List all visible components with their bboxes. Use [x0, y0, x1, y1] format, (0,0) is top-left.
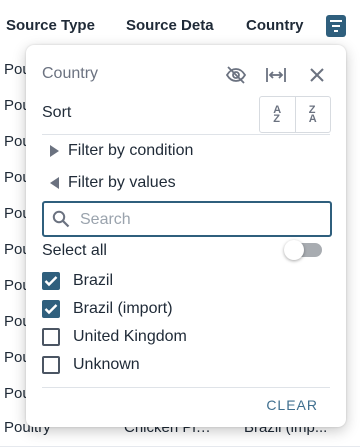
- sort-asc-bottom-letter: Z: [273, 112, 280, 125]
- filter-by-condition-toggle[interactable]: Filter by condition: [42, 139, 193, 163]
- close-icon[interactable]: [306, 65, 328, 85]
- column-filter-popup: Country Sort A Z Z A Filter by condition…: [26, 45, 346, 427]
- option-label: Brazil: [73, 272, 114, 289]
- popup-title: Country: [42, 65, 99, 82]
- option-brazil-import[interactable]: Brazil (import): [42, 298, 173, 320]
- divider: [42, 387, 330, 388]
- select-all-label: Select all: [42, 242, 107, 259]
- divider: [42, 134, 330, 135]
- caret-left-icon: [50, 177, 59, 189]
- clear-button[interactable]: CLEAR: [266, 397, 318, 413]
- checkbox-unchecked[interactable]: [42, 356, 60, 374]
- sort-ascending-button[interactable]: A Z: [260, 97, 295, 132]
- filter-by-values-label: Filter by values: [68, 174, 176, 191]
- sort-za-icon: Z A: [308, 104, 317, 125]
- checkbox-checked[interactable]: [42, 272, 60, 290]
- filter-by-condition-label: Filter by condition: [68, 142, 194, 159]
- search-icon: [52, 210, 70, 228]
- toggle-knob: [284, 240, 304, 260]
- column-filter-button[interactable]: [326, 15, 346, 37]
- option-brazil[interactable]: Brazil: [42, 270, 113, 292]
- option-unknown[interactable]: Unknown: [42, 354, 140, 376]
- filter-by-values-toggle[interactable]: Filter by values: [42, 171, 176, 195]
- sort-az-icon: A Z: [273, 104, 281, 125]
- option-label: Unknown: [73, 356, 140, 373]
- option-label: United Kingdom: [73, 328, 187, 345]
- caret-right-icon: [50, 145, 59, 157]
- search-field[interactable]: [42, 201, 332, 237]
- resize-horizontal-icon[interactable]: [265, 65, 287, 85]
- option-label: Brazil (import): [73, 300, 173, 317]
- sort-descending-button[interactable]: Z A: [294, 97, 331, 132]
- checkbox-unchecked[interactable]: [42, 328, 60, 346]
- eye-off-icon[interactable]: [225, 65, 247, 85]
- search-input[interactable]: [78, 205, 322, 235]
- filter-icon: [330, 20, 342, 35]
- sort-buttons: A Z Z A: [259, 96, 331, 133]
- checkbox-checked[interactable]: [42, 300, 60, 318]
- option-united-kingdom[interactable]: United Kingdom: [42, 326, 187, 348]
- sort-desc-bottom-letter: A: [308, 112, 317, 125]
- sort-label: Sort: [42, 104, 72, 121]
- select-all-toggle[interactable]: [284, 240, 322, 260]
